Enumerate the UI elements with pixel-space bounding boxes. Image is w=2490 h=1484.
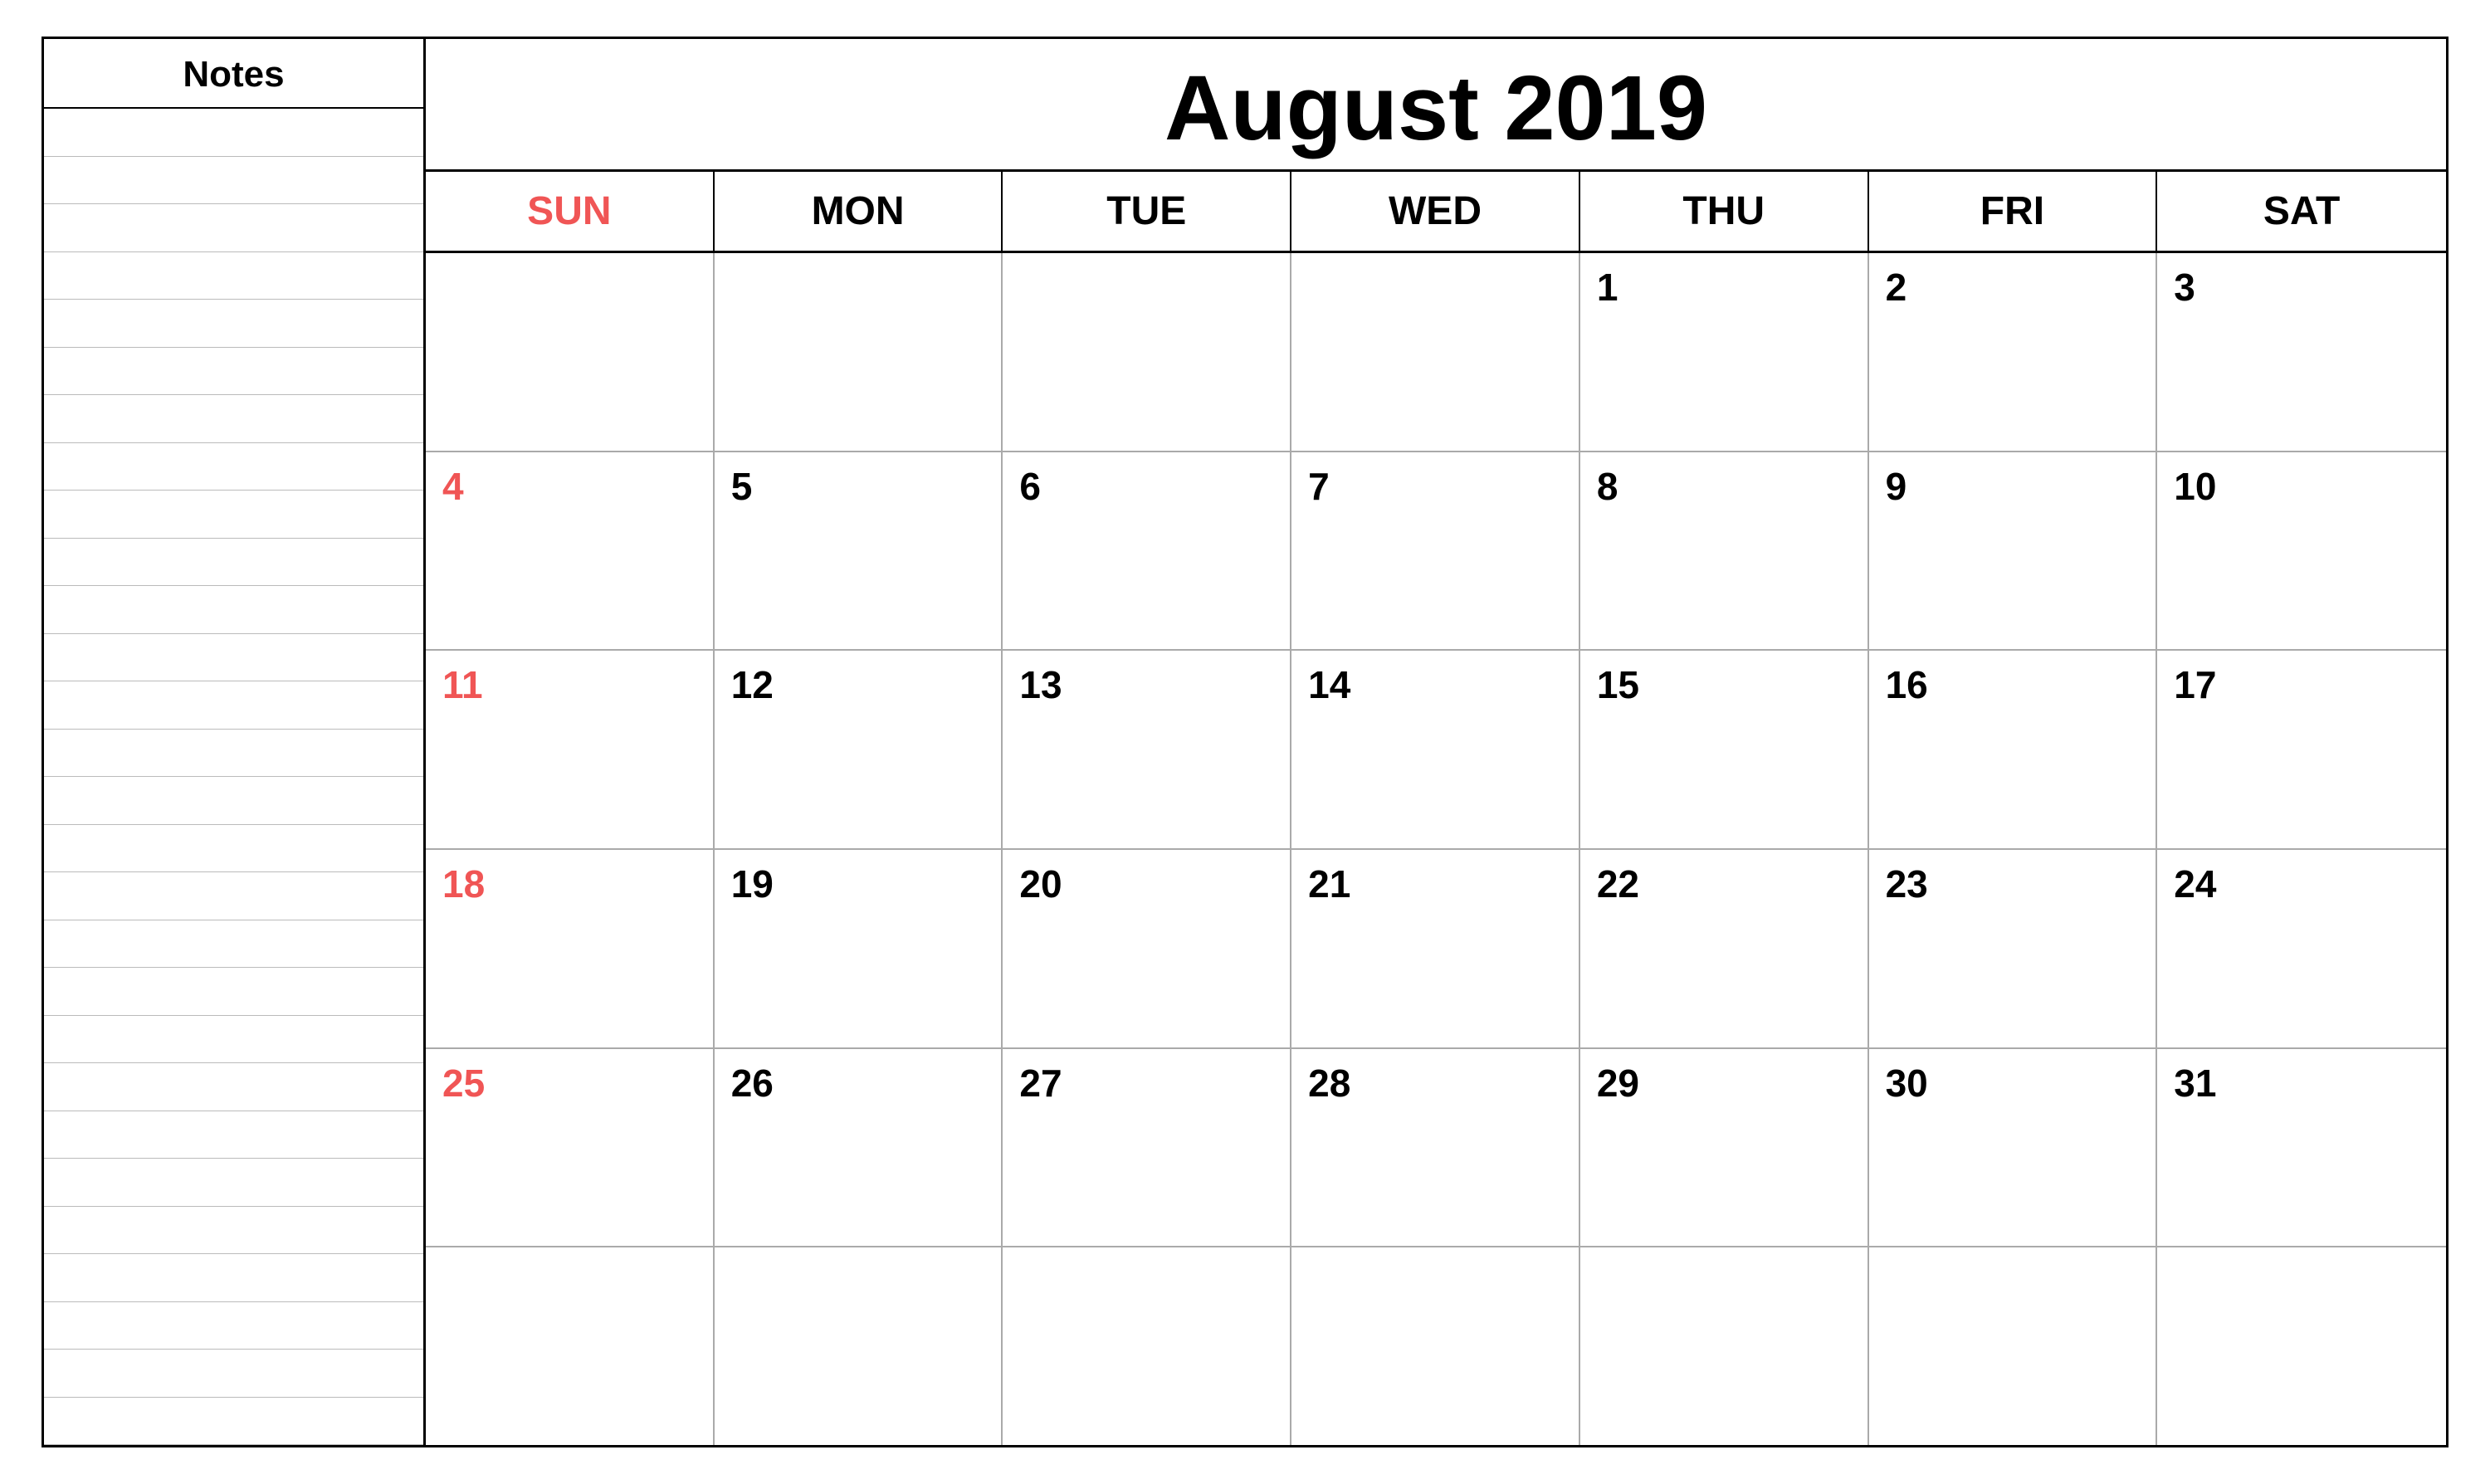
- weeks-container: 1234567891011121314151617181920212223242…: [426, 253, 2446, 1445]
- day-cell[interactable]: 16: [1869, 651, 2158, 848]
- notes-line[interactable]: [44, 681, 423, 730]
- notes-section: Notes: [44, 39, 426, 1445]
- notes-line[interactable]: [44, 109, 423, 157]
- day-cell[interactable]: 10: [2157, 452, 2446, 650]
- day-cell[interactable]: [715, 1247, 1003, 1445]
- day-cell[interactable]: 19: [715, 850, 1003, 1047]
- day-cell[interactable]: [1580, 1247, 1869, 1445]
- day-cell[interactable]: 1: [1580, 253, 1869, 451]
- day-cell[interactable]: 28: [1291, 1049, 1580, 1247]
- day-cell[interactable]: 31: [2157, 1049, 2446, 1247]
- day-cell[interactable]: [426, 1247, 715, 1445]
- notes-lines: [44, 109, 423, 1445]
- day-cell[interactable]: 24: [2157, 850, 2446, 1047]
- day-cell[interactable]: [1003, 253, 1291, 451]
- notes-line[interactable]: [44, 1159, 423, 1207]
- notes-line[interactable]: [44, 1350, 423, 1398]
- day-cell[interactable]: 7: [1291, 452, 1580, 650]
- notes-line[interactable]: [44, 1398, 423, 1446]
- week-row: 45678910: [426, 452, 2446, 652]
- day-cell[interactable]: [1869, 1247, 2158, 1445]
- calendar-title: August 2019: [426, 39, 2446, 172]
- day-cell[interactable]: 12: [715, 651, 1003, 848]
- day-header: SAT: [2157, 172, 2446, 251]
- notes-line[interactable]: [44, 300, 423, 348]
- day-cell[interactable]: 29: [1580, 1049, 1869, 1247]
- day-cell[interactable]: 4: [426, 452, 715, 650]
- day-header: WED: [1291, 172, 1580, 251]
- notes-line[interactable]: [44, 872, 423, 920]
- day-cell[interactable]: 9: [1869, 452, 2158, 650]
- day-cell[interactable]: 27: [1003, 1049, 1291, 1247]
- week-row: 25262728293031: [426, 1049, 2446, 1248]
- notes-line[interactable]: [44, 634, 423, 682]
- day-cell[interactable]: 8: [1580, 452, 1869, 650]
- day-header: FRI: [1869, 172, 2158, 251]
- day-cell[interactable]: 18: [426, 850, 715, 1047]
- day-cell[interactable]: 3: [2157, 253, 2446, 451]
- day-cell[interactable]: [1003, 1247, 1291, 1445]
- notes-header: Notes: [44, 39, 423, 109]
- day-header: SUN: [426, 172, 715, 251]
- day-cell[interactable]: 15: [1580, 651, 1869, 848]
- day-cell[interactable]: [1291, 253, 1580, 451]
- notes-line[interactable]: [44, 157, 423, 205]
- notes-line[interactable]: [44, 968, 423, 1016]
- day-cell[interactable]: 26: [715, 1049, 1003, 1247]
- notes-line[interactable]: [44, 348, 423, 396]
- day-cell[interactable]: 25: [426, 1049, 715, 1247]
- day-cell[interactable]: [426, 253, 715, 451]
- notes-line[interactable]: [44, 1207, 423, 1255]
- day-cell[interactable]: 6: [1003, 452, 1291, 650]
- day-header: TUE: [1003, 172, 1291, 251]
- notes-line[interactable]: [44, 395, 423, 443]
- week-row: [426, 1247, 2446, 1445]
- page-container: Notes August 2019 SUNMONTUEWEDTHUFRISAT …: [42, 37, 2448, 1447]
- day-cell[interactable]: 20: [1003, 850, 1291, 1047]
- notes-line[interactable]: [44, 491, 423, 539]
- day-cell[interactable]: 23: [1869, 850, 2158, 1047]
- day-header: THU: [1580, 172, 1869, 251]
- notes-line[interactable]: [44, 1111, 423, 1159]
- notes-line[interactable]: [44, 777, 423, 825]
- notes-line[interactable]: [44, 204, 423, 252]
- week-row: 18192021222324: [426, 850, 2446, 1049]
- notes-line[interactable]: [44, 1016, 423, 1064]
- notes-line[interactable]: [44, 539, 423, 587]
- day-cell[interactable]: 13: [1003, 651, 1291, 848]
- day-headers: SUNMONTUEWEDTHUFRISAT: [426, 172, 2446, 253]
- day-cell[interactable]: [2157, 1247, 2446, 1445]
- notes-line[interactable]: [44, 730, 423, 778]
- day-cell[interactable]: 22: [1580, 850, 1869, 1047]
- day-cell[interactable]: 14: [1291, 651, 1580, 848]
- notes-line[interactable]: [44, 252, 423, 300]
- notes-line[interactable]: [44, 825, 423, 873]
- day-header: MON: [715, 172, 1003, 251]
- notes-line[interactable]: [44, 1254, 423, 1302]
- day-cell[interactable]: 17: [2157, 651, 2446, 848]
- notes-line[interactable]: [44, 1302, 423, 1350]
- day-cell[interactable]: [1291, 1247, 1580, 1445]
- week-row: 123: [426, 253, 2446, 452]
- day-cell[interactable]: 21: [1291, 850, 1580, 1047]
- notes-line[interactable]: [44, 920, 423, 969]
- notes-line[interactable]: [44, 1063, 423, 1111]
- week-row: 11121314151617: [426, 651, 2446, 850]
- day-cell[interactable]: 30: [1869, 1049, 2158, 1247]
- day-cell[interactable]: 11: [426, 651, 715, 848]
- calendar-section: August 2019 SUNMONTUEWEDTHUFRISAT 123456…: [426, 39, 2446, 1445]
- day-cell[interactable]: [715, 253, 1003, 451]
- day-cell[interactable]: 2: [1869, 253, 2158, 451]
- day-cell[interactable]: 5: [715, 452, 1003, 650]
- notes-line[interactable]: [44, 586, 423, 634]
- notes-line[interactable]: [44, 443, 423, 491]
- calendar-grid: SUNMONTUEWEDTHUFRISAT 123456789101112131…: [426, 172, 2446, 1445]
